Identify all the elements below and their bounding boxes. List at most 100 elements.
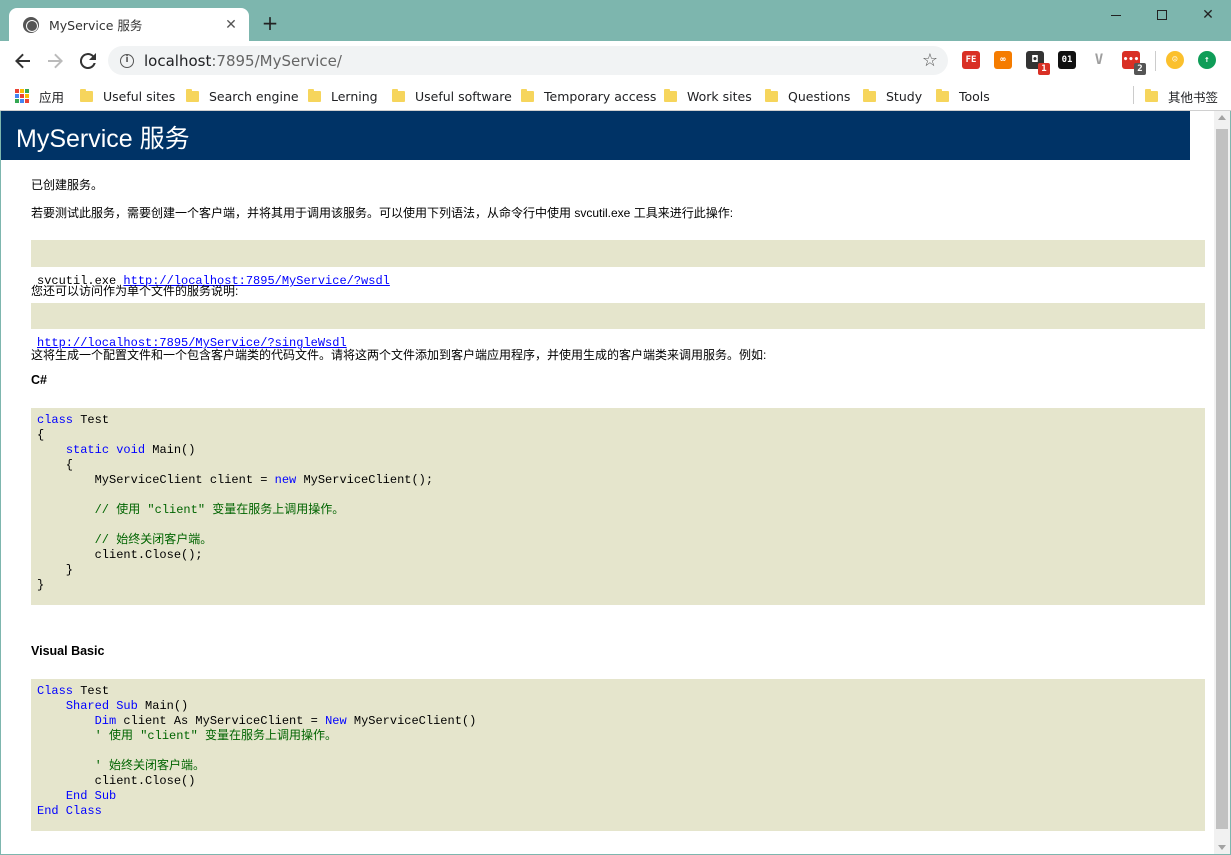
puzzle-extension-icon[interactable]: ◘ 1 <box>1026 51 1050 75</box>
csharp-code-line: { <box>37 458 74 472</box>
bookmark-folder-questions[interactable]: Questions <box>765 86 850 106</box>
bookmarks-bar: 应用 Useful sites Search engine Lerning Us… <box>0 80 1231 111</box>
new-tab-button[interactable]: + <box>260 13 280 34</box>
vb-code-line: End Sub <box>65 789 117 803</box>
title-bar: MyService 服务 ✕ + ✕ <box>0 0 1231 41</box>
bookmark-folder-other[interactable]: 其他书签 <box>1145 86 1218 106</box>
url-text[interactable]: localhost:7895/MyService/ <box>144 52 342 70</box>
folder-icon <box>80 88 93 102</box>
bookmark-folder-search-engine[interactable]: Search engine <box>186 86 299 106</box>
bookmark-label: Search engine <box>209 88 299 104</box>
csharp-code-line: class Test <box>37 413 110 427</box>
bookmark-folder-temporary-access[interactable]: Temporary access <box>521 86 656 106</box>
bookmark-label: 其他书签 <box>1168 89 1219 105</box>
csharp-code-line <box>37 488 1199 503</box>
vb-code-line: Dim client As MyServiceClient = New MySe… <box>94 714 477 728</box>
vb-code-line: Class Test <box>37 684 110 698</box>
vb-code-line <box>37 744 1199 759</box>
forward-button[interactable] <box>43 49 67 73</box>
maximize-button[interactable] <box>1139 2 1185 28</box>
back-button[interactable] <box>11 49 35 73</box>
vue-extension-icon[interactable]: V <box>1090 51 1108 69</box>
vb-code-box: Class Test Shared Sub Main() Dim client … <box>31 679 1205 831</box>
bookmark-folder-lerning[interactable]: Lerning <box>308 86 378 106</box>
folder-icon <box>936 88 949 102</box>
folder-icon <box>664 88 677 102</box>
vertical-scrollbar[interactable] <box>1214 111 1230 854</box>
bookmark-label: 应用 <box>39 89 65 105</box>
minimize-icon <box>1111 14 1121 16</box>
infinity-extension-icon[interactable]: ∞ <box>994 51 1012 69</box>
csharp-code-line: MyServiceClient client = new MyServiceCl… <box>37 473 434 487</box>
csharp-code-line: } <box>37 563 74 577</box>
vb-code-line: client.Close() <box>37 774 196 788</box>
scroll-thumb[interactable] <box>1216 129 1228 829</box>
emoji-extension-icon[interactable]: ☺ <box>1166 51 1184 69</box>
bookmark-label: Useful software <box>415 88 512 104</box>
browser-toolbar: i localhost:7895/MyService/ ☆ FE ∞ ◘ 1 01 V ••… <box>0 41 1231 80</box>
csharp-code-line: // 始终关闭客户端。 <box>37 533 213 547</box>
info-icon[interactable]: i <box>120 53 134 68</box>
intro-text: 若要测试此服务，需要创建一个客户端，并将其用于调用该服务。可以使用下列语法，从命… <box>31 206 734 220</box>
bookmark-label: Study <box>886 88 923 104</box>
folder-icon <box>186 88 199 102</box>
arrow-right-icon <box>48 53 63 69</box>
arrow-left-icon <box>15 53 30 69</box>
fe-extension-icon[interactable]: FE <box>962 51 980 69</box>
folder-icon <box>863 88 876 102</box>
browser-tab[interactable]: MyService 服务 ✕ <box>9 8 249 41</box>
apps-grid-icon <box>15 89 29 103</box>
page-heading: MyService 服务 <box>1 111 1190 160</box>
csharp-code-line: // 使用 "client" 变量在服务上调用操作。 <box>37 503 345 517</box>
csharp-title: C# <box>31 373 47 387</box>
toolbar-divider <box>1155 51 1156 71</box>
scroll-down-arrow-icon[interactable] <box>1218 845 1226 850</box>
bookmark-star-icon[interactable]: ☆ <box>922 50 938 71</box>
bookmark-folder-useful-sites[interactable]: Useful sites <box>80 86 175 106</box>
binary-extension-icon[interactable]: 01 <box>1058 51 1076 69</box>
dots-extension-icon[interactable]: ••• 2 <box>1122 51 1146 75</box>
folder-icon <box>1145 88 1158 102</box>
bookmark-label: Questions <box>788 88 851 104</box>
csharp-code-line: client.Close(); <box>37 548 203 562</box>
globe-icon <box>23 16 39 33</box>
extension-badge: 2 <box>1134 63 1146 75</box>
bookmark-folder-work-sites[interactable]: Work sites <box>664 86 752 106</box>
csharp-code-line: { <box>37 428 45 442</box>
extension-badge: 1 <box>1038 63 1050 75</box>
folder-icon <box>765 88 778 102</box>
close-tab-icon[interactable]: ✕ <box>223 17 239 33</box>
close-window-button[interactable]: ✕ <box>1185 2 1231 28</box>
address-bar[interactable]: i localhost:7895/MyService/ ☆ <box>108 46 948 75</box>
tab-title: MyService 服务 <box>49 18 143 33</box>
folder-icon <box>392 88 405 102</box>
single-wsdl-box: http://localhost:7895/MyService/?singleW… <box>31 303 1205 350</box>
vb-title: Visual Basic <box>31 644 105 658</box>
csharp-code-line: static void Main() <box>65 443 196 457</box>
bookmarks-divider <box>1133 86 1134 104</box>
vb-code-line: ' 使用 "client" 变量在服务上调用操作。 <box>37 729 338 743</box>
bookmark-label: Temporary access <box>544 88 657 104</box>
vb-code-line: ' 始终关闭客户端。 <box>37 759 206 773</box>
csharp-code-box: class Test{ static void Main() { MyServi… <box>31 408 1205 605</box>
csharp-code-line: } <box>37 578 45 592</box>
bookmark-label: Work sites <box>687 88 752 104</box>
bookmark-apps[interactable]: 应用 <box>15 86 64 106</box>
bookmark-folder-study[interactable]: Study <box>863 86 922 106</box>
bookmark-label: Tools <box>959 88 990 104</box>
bookmark-label: Useful sites <box>103 88 176 104</box>
bookmark-folder-useful-software[interactable]: Useful software <box>392 86 512 106</box>
reload-icon <box>80 53 96 69</box>
minimize-button[interactable] <box>1093 2 1139 28</box>
svcutil-command-box: svcutil.exe http://localhost:7895/MyServ… <box>31 240 1205 288</box>
scroll-up-arrow-icon[interactable] <box>1218 115 1226 120</box>
vb-code-line: End Class <box>37 804 102 818</box>
single-wsdl-intro: 您还可以访问作为单个文件的服务说明: <box>31 284 239 298</box>
reload-button[interactable] <box>76 49 100 73</box>
bookmark-label: Lerning <box>331 88 378 104</box>
bookmark-folder-tools[interactable]: Tools <box>936 86 990 106</box>
maximize-icon <box>1157 10 1167 20</box>
upload-extension-icon[interactable]: ↑ <box>1198 51 1216 69</box>
created-text: 已创建服务。 <box>31 178 104 192</box>
folder-icon <box>521 88 534 102</box>
